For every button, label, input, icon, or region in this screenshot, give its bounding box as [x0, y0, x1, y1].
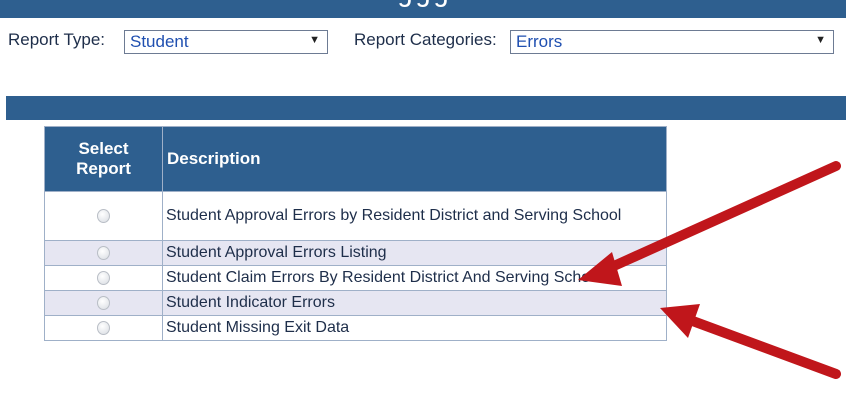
annotation-arrow-claim-errors	[660, 304, 841, 379]
annotation-arrow-approval-listing	[578, 161, 841, 286]
annotation-arrows	[578, 161, 841, 379]
